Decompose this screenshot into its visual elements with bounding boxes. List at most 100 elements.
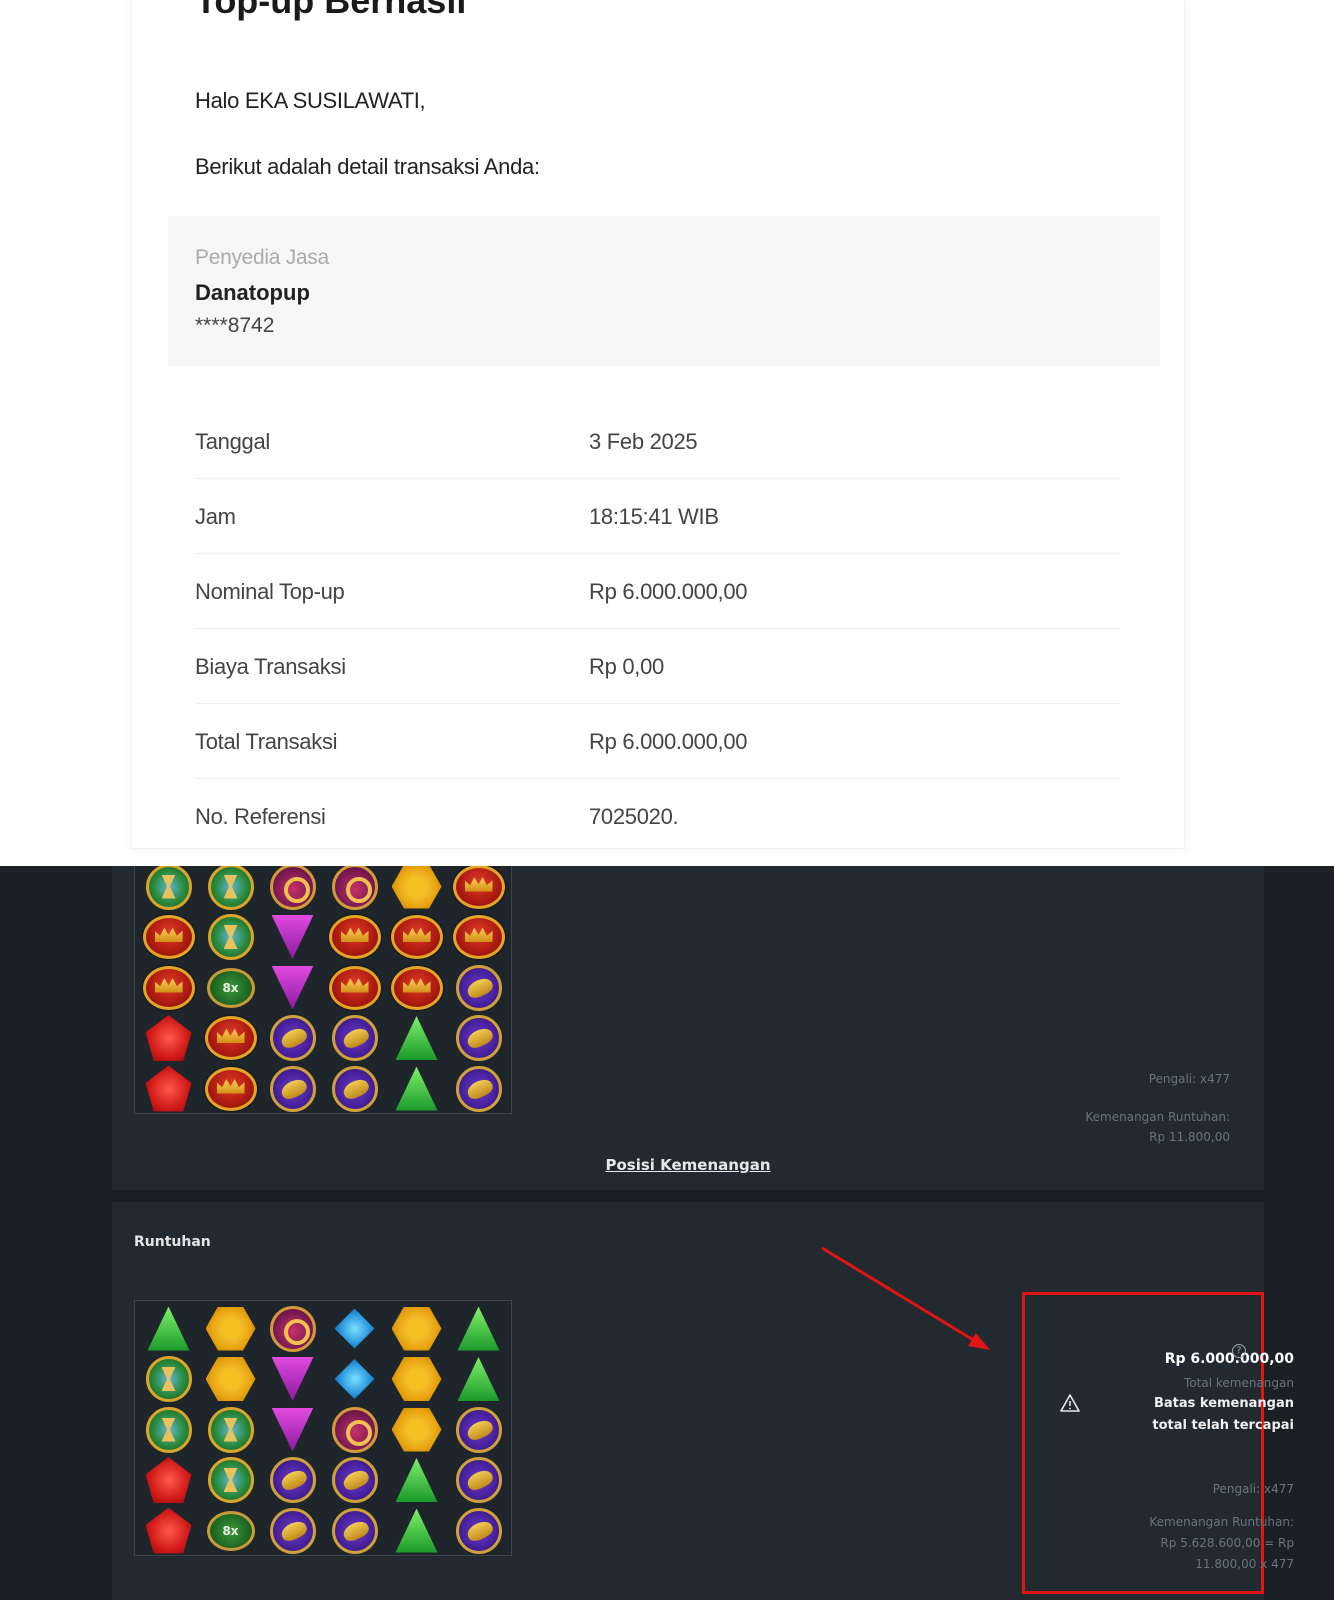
green-triangle-gem-icon <box>147 1306 190 1351</box>
win-limit-message-line1: Batas kemenangan <box>1153 1396 1294 1411</box>
gold-hexagon-gem-icon <box>205 1306 256 1351</box>
cascade-win-value: Rp 11.800,00 <box>1149 1130 1230 1144</box>
scarab-gem-icon <box>331 1065 378 1112</box>
grid-cell <box>261 866 324 912</box>
red-pentagon-gem-icon <box>145 1457 192 1503</box>
grid-cell <box>323 962 386 1013</box>
detail-row-total: Total Transaksi Rp 6.000.000,00 <box>195 704 1121 779</box>
crown-gem-icon <box>390 965 443 1010</box>
purple-triangle-gem-icon <box>271 915 314 959</box>
crown-gem-icon <box>142 915 195 959</box>
grid-cell <box>323 866 386 912</box>
info-icon[interactable]: ? <box>1232 1344 1246 1358</box>
grid-cell <box>447 1013 510 1064</box>
grid-cell <box>385 1505 448 1556</box>
grid-cell <box>447 1455 510 1506</box>
hourglass-gem-icon <box>207 1457 254 1503</box>
grid-cell <box>199 912 262 963</box>
grid-cell: 8x <box>199 962 262 1013</box>
grid-cell <box>385 1354 448 1405</box>
red-pentagon-gem-icon <box>145 1065 192 1112</box>
grid-cell <box>137 1013 200 1064</box>
grid-cell <box>261 1303 324 1354</box>
crown-gem-icon <box>328 915 381 959</box>
detail-label: Total Transaksi <box>195 729 338 754</box>
provider-account: ****8742 <box>195 314 275 337</box>
grid-cell <box>199 1404 262 1455</box>
grid-cell <box>199 1354 262 1405</box>
purple-triangle-gem-icon <box>271 1357 314 1401</box>
grid-cell <box>385 866 448 912</box>
grid-cell <box>447 912 510 963</box>
cascade-win-label: Kemenangan Runtuhan: <box>1085 1110 1230 1124</box>
grid-cell <box>385 1404 448 1455</box>
scarab-gem-icon <box>331 1507 378 1554</box>
grid-cell <box>447 1404 510 1455</box>
hourglass-gem-icon <box>145 866 192 910</box>
win-position-link[interactable]: Posisi Kemenangan <box>112 1156 1264 1174</box>
grid-cell <box>323 912 386 963</box>
grid-cell <box>385 912 448 963</box>
grid-cell <box>137 912 200 963</box>
cascade-win-label: Kemenangan Runtuhan: <box>1149 1515 1294 1529</box>
crown-gem-icon <box>390 915 443 959</box>
gold-hexagon-gem-icon <box>391 1357 442 1401</box>
gold-hexagon-gem-icon <box>391 1306 442 1351</box>
crown-gem-icon <box>142 965 195 1010</box>
grid-cell <box>137 1404 200 1455</box>
hourglass-gem-icon <box>207 1406 254 1453</box>
grid-cell <box>137 962 200 1013</box>
detail-value: Rp 6.000.000,00 <box>589 729 748 754</box>
provider-name: Danatopup <box>195 280 310 305</box>
grid-cell <box>199 1455 262 1506</box>
grid-cell <box>447 1354 510 1405</box>
detail-row-nominal: Nominal Top-up Rp 6.000.000,00 <box>195 554 1121 629</box>
crown-gem-icon <box>452 915 505 959</box>
scarab-gem-icon <box>331 1457 378 1503</box>
multiplier-text: Pengali: x477 <box>1148 1072 1230 1086</box>
email-title: Top-up Berhasil <box>195 0 467 21</box>
grid-cell <box>199 1013 262 1064</box>
hourglass-gem-icon <box>145 1406 192 1453</box>
scarab-gem-icon <box>455 1065 502 1112</box>
grid-cell <box>261 1505 324 1556</box>
gold-hexagon-gem-icon <box>205 1357 256 1401</box>
grid-cell <box>261 1063 324 1114</box>
red-pentagon-gem-icon <box>145 1507 192 1554</box>
crown-gem-icon <box>328 965 381 1010</box>
multiplier-text: Pengali: x477 <box>1212 1482 1294 1496</box>
multiplier-symbol-icon: 8x <box>206 1510 255 1551</box>
provider-box: Penyedia Jasa Danatopup ****8742 <box>168 216 1160 366</box>
cascade-win-formula-line1: Rp 5.628.600,00 = Rp <box>1160 1536 1294 1550</box>
scarab-gem-icon <box>455 1507 502 1554</box>
grid-cell <box>323 1063 386 1114</box>
green-triangle-gem-icon <box>395 1458 438 1502</box>
green-triangle-gem-icon <box>395 1016 438 1060</box>
grid-cell <box>137 866 200 912</box>
hourglass-gem-icon <box>145 1356 192 1402</box>
detail-row-date: Tanggal 3 Feb 2025 <box>195 404 1121 479</box>
grid-cell <box>261 1455 324 1506</box>
detail-label: Tanggal <box>195 429 270 454</box>
grid-cell <box>385 962 448 1013</box>
detail-row-time: Jam 18:15:41 WIB <box>195 479 1121 554</box>
grid-cell <box>447 1303 510 1354</box>
grid-cell <box>385 1303 448 1354</box>
grid-cell: 8x <box>199 1505 262 1556</box>
red-pentagon-gem-icon <box>145 1015 192 1061</box>
crown-gem-icon <box>452 866 505 909</box>
purple-triangle-gem-icon <box>271 1407 314 1452</box>
multiplier-symbol-icon: 8x <box>206 967 255 1008</box>
grid-cell <box>137 1354 200 1405</box>
detail-row-reference: No. Referensi 7025020. <box>195 779 1121 854</box>
scarab-gem-icon <box>269 1015 316 1061</box>
intro-text: Berikut adalah detail transaksi Anda: <box>195 154 540 179</box>
cascade-win-formula-line2: 11.800,00 x 477 <box>1195 1557 1294 1571</box>
grid-cell <box>323 1455 386 1506</box>
scarab-gem-icon <box>331 1015 378 1061</box>
detail-value: 18:15:41 WIB <box>589 504 719 529</box>
detail-label: Jam <box>195 504 236 529</box>
crown-gem-icon <box>204 1016 257 1060</box>
green-triangle-gem-icon <box>457 1306 500 1351</box>
grid-cell <box>447 962 510 1013</box>
